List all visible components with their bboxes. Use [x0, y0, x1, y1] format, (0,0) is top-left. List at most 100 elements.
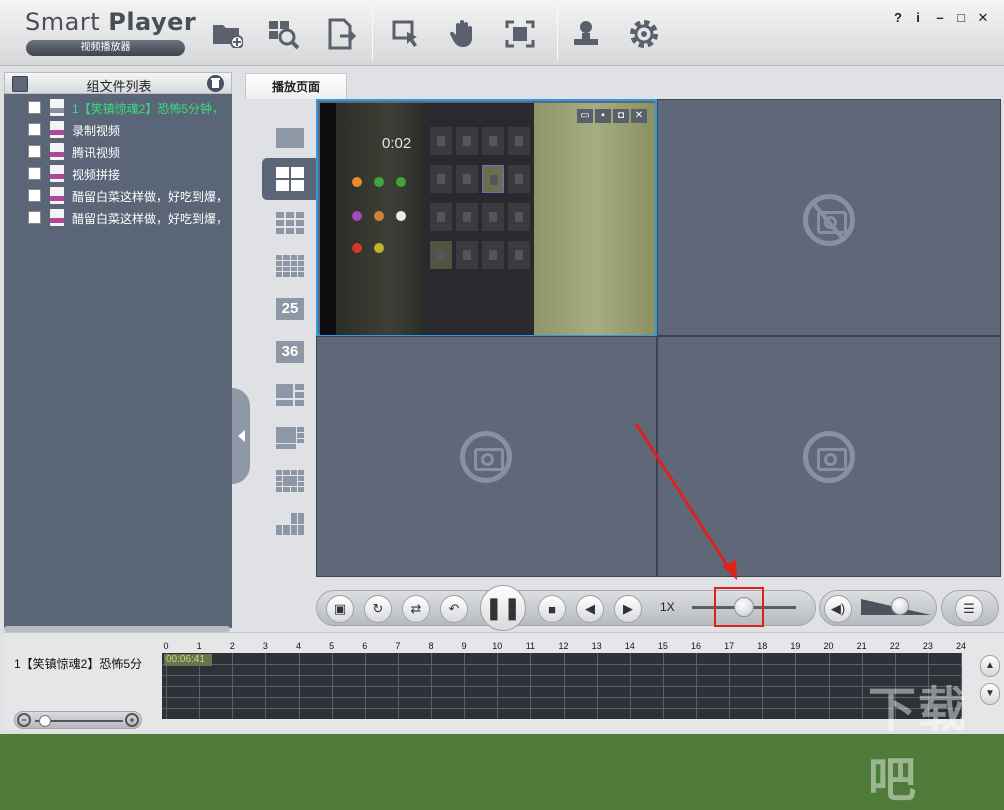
- search-window-icon: [269, 21, 300, 50]
- timeline-hour-label: 14: [624, 641, 635, 651]
- layout-36-button[interactable]: 36: [276, 341, 304, 363]
- timeline-row-gridline: [162, 686, 962, 687]
- video-cell-1[interactable]: 0:02 ▭ ▪ ◘ ✕: [316, 99, 657, 336]
- layout-selector: 25 36: [258, 110, 318, 580]
- video-clock: 0:02: [382, 135, 412, 152]
- file-checkbox[interactable]: [28, 189, 41, 202]
- annotation-arrow: [634, 423, 737, 580]
- file-name: 醋留白菜这样做，好吃到爆，: [72, 190, 229, 204]
- info-button[interactable]: i: [910, 10, 926, 25]
- stop-button[interactable]: ■: [538, 595, 566, 623]
- toolbar-separator: [557, 6, 558, 60]
- zoom-knob[interactable]: [39, 715, 51, 727]
- cell-snapshot-icon[interactable]: ◘: [613, 109, 629, 123]
- timeline-hour-label: 15: [657, 641, 668, 651]
- zoom-in-icon[interactable]: +: [125, 713, 139, 727]
- step-forward-icon: ▶: [623, 601, 633, 616]
- rewind-button[interactable]: ↶: [440, 595, 468, 623]
- layout-3x3-button[interactable]: [276, 212, 304, 234]
- add-folder-button[interactable]: [207, 14, 247, 54]
- file-list-header: 组文件列表: [4, 72, 232, 94]
- shuffle-icon: ⇄: [410, 601, 422, 616]
- volume-slider-knob[interactable]: [890, 597, 909, 615]
- layout-2x2-button[interactable]: [262, 158, 318, 200]
- file-list-item[interactable]: 录制视频: [4, 119, 232, 141]
- shuffle-button[interactable]: ⇄: [402, 595, 430, 623]
- video-cell-3[interactable]: [316, 336, 657, 577]
- layout-4x4-button[interactable]: [276, 255, 304, 277]
- user-stamp-button[interactable]: [566, 14, 606, 54]
- layout-4x4-icon: [276, 255, 304, 277]
- export-file-button[interactable]: [321, 14, 361, 54]
- timeline-hour-label: 1: [196, 641, 202, 651]
- layout-1x1-button[interactable]: [276, 128, 304, 150]
- collapse-panel-button[interactable]: [232, 388, 250, 484]
- file-name: 醋留白菜这样做，好吃到爆，: [72, 212, 229, 226]
- file-list-item[interactable]: 1【笑镇惊魂2】恐怖5分钟，: [4, 97, 232, 119]
- file-list-title: 组文件列表: [86, 79, 152, 94]
- file-list-item[interactable]: 腾讯视频: [4, 141, 232, 163]
- loop-button[interactable]: ↻: [364, 595, 392, 623]
- cell-record-icon[interactable]: ▪: [595, 109, 611, 123]
- tab-playback[interactable]: 播放页面: [245, 73, 347, 99]
- minimize-button[interactable]: –: [932, 10, 948, 25]
- prev-frame-button[interactable]: ◀: [576, 595, 604, 623]
- file-list-item[interactable]: 视频拼接: [4, 163, 232, 185]
- file-checkbox[interactable]: [28, 167, 41, 180]
- next-frame-button[interactable]: ▶: [614, 595, 642, 623]
- timeline-panel: 1【笑镇惊魂2】恐怖5分 0 1 2 3 4 5 6 7 8 9 10 11 12 13 14 15 16 17 1…: [4, 632, 1004, 730]
- screen-mode-button[interactable]: ▣: [326, 595, 354, 623]
- close-button[interactable]: ✕: [975, 10, 991, 26]
- fullscreen-icon: [505, 20, 535, 48]
- mp4-file-icon: [50, 209, 64, 226]
- adjust-button[interactable]: ☰: [955, 595, 983, 623]
- title-bar: Smart Player 视频播放器 ? i – □ ✕: [0, 0, 1004, 66]
- timeline-hour-label: 2: [229, 641, 235, 651]
- video-frame: 0:02 ▭ ▪ ◘ ✕: [320, 103, 655, 335]
- delete-button[interactable]: [207, 75, 224, 92]
- watermark: 下载吧: [868, 682, 969, 808]
- select-cursor-icon: [392, 20, 417, 47]
- zoom-control: − +: [14, 711, 142, 729]
- mp4-file-icon: [50, 165, 64, 182]
- layout-25-button[interactable]: 25: [276, 298, 304, 320]
- timeline-grid[interactable]: [162, 653, 962, 719]
- pause-button[interactable]: ❚❚: [480, 585, 526, 631]
- hand-button[interactable]: [443, 14, 483, 54]
- mp4-file-icon: [50, 143, 64, 160]
- video-cell-2[interactable]: [657, 99, 1001, 336]
- phone-thumbnail-grid: [424, 103, 534, 335]
- annotation-box: [714, 587, 764, 627]
- file-checkbox[interactable]: [28, 145, 41, 158]
- layout-1plus5-button[interactable]: [276, 384, 304, 406]
- add-folder-icon: [213, 25, 243, 48]
- timeline-hour-label: 21: [856, 641, 867, 651]
- layout-1plus7-button[interactable]: [276, 427, 304, 449]
- mp4-file-icon: [50, 187, 64, 204]
- timeline-hour-label: 17: [724, 641, 735, 651]
- zoom-out-icon[interactable]: −: [17, 713, 31, 727]
- cell-toolbar: ▭ ▪ ◘ ✕: [575, 105, 655, 123]
- file-checkbox[interactable]: [28, 123, 41, 136]
- search-window-button[interactable]: [263, 14, 303, 54]
- file-list-item[interactable]: 醋留白菜这样做，好吃到爆，: [4, 207, 232, 229]
- mute-button[interactable]: ◀): [824, 595, 852, 623]
- app-subtitle: 视频播放器: [26, 40, 185, 56]
- cell-chat-icon[interactable]: ▭: [577, 109, 593, 123]
- maximize-button[interactable]: □: [953, 10, 969, 25]
- file-checkbox[interactable]: [28, 211, 41, 224]
- timeline-hour-label: 7: [395, 641, 401, 651]
- layout-1plus16-button[interactable]: [276, 513, 304, 535]
- select-button[interactable]: [386, 14, 426, 54]
- file-list-item[interactable]: 醋留白菜这样做，好吃到爆，: [4, 185, 232, 207]
- layout-1plus12-button[interactable]: [276, 470, 304, 492]
- timeline-track-name: 1【笑镇惊魂2】恐怖5分: [14, 657, 143, 671]
- settings-button[interactable]: [624, 14, 664, 54]
- cell-close-icon[interactable]: ✕: [631, 109, 647, 123]
- fullscreen-button[interactable]: [500, 14, 540, 54]
- export-file-icon: [328, 18, 356, 50]
- timeline-hour-label: 5: [329, 641, 335, 651]
- timeline-hour-label: 9: [461, 641, 467, 651]
- file-checkbox[interactable]: [28, 101, 41, 114]
- help-button[interactable]: ?: [890, 10, 906, 25]
